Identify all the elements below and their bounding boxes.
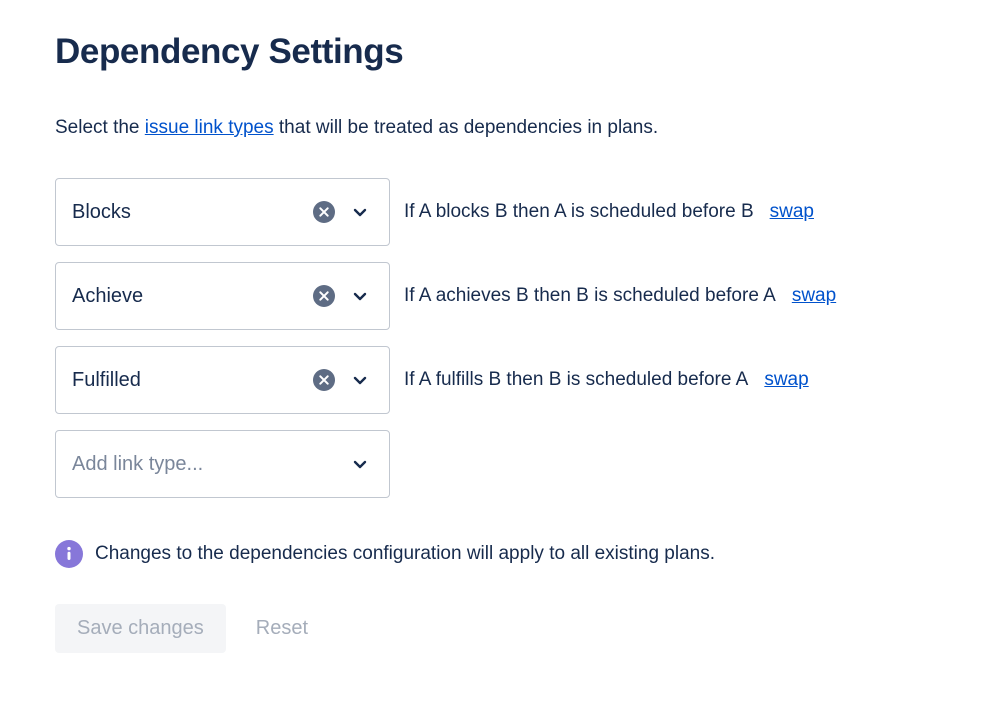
intro-text: Select the issue link types that will be… bbox=[55, 76, 998, 142]
table-row: Fulfilled If A fulfills B then B is sche… bbox=[55, 346, 998, 414]
info-icon bbox=[55, 540, 83, 568]
clear-circle-icon[interactable] bbox=[313, 201, 335, 223]
link-type-select-fulfilled[interactable]: Fulfilled bbox=[55, 346, 390, 414]
add-link-type-row: Add link type... bbox=[55, 430, 998, 498]
intro-prefix: Select the bbox=[55, 117, 145, 138]
swap-link[interactable]: swap bbox=[764, 369, 808, 391]
issue-link-types-link[interactable]: issue link types bbox=[145, 117, 274, 138]
save-changes-button[interactable]: Save changes bbox=[55, 604, 226, 653]
table-row: Achieve If A achieves B then B is schedu… bbox=[55, 262, 998, 330]
rule-description: If A blocks B then A is scheduled before… bbox=[404, 201, 754, 222]
link-type-select-achieve[interactable]: Achieve bbox=[55, 262, 390, 330]
link-type-select-value: Achieve bbox=[72, 284, 144, 307]
link-type-select-value: Blocks bbox=[72, 200, 131, 223]
page-title: Dependency Settings bbox=[55, 32, 404, 71]
rule-description: If A achieves B then B is scheduled befo… bbox=[404, 285, 776, 306]
add-link-type-select[interactable]: Add link type... bbox=[55, 430, 390, 498]
table-row: Blocks If A blocks B then A is scheduled… bbox=[55, 178, 998, 246]
swap-link[interactable]: swap bbox=[770, 201, 814, 223]
info-note: Changes to the dependencies configuratio… bbox=[55, 540, 998, 568]
clear-circle-icon[interactable] bbox=[313, 285, 335, 307]
link-type-rows: Blocks If A blocks B then A is scheduled… bbox=[55, 178, 998, 498]
dependency-settings-page: Dependency Settings Select the issue lin… bbox=[0, 0, 998, 722]
reset-button[interactable]: Reset bbox=[234, 604, 330, 653]
swap-link[interactable]: swap bbox=[792, 285, 836, 307]
chevron-down-icon[interactable] bbox=[349, 201, 371, 223]
chevron-down-icon[interactable] bbox=[349, 453, 371, 475]
link-type-select-value: Fulfilled bbox=[72, 368, 141, 391]
link-type-select-blocks[interactable]: Blocks bbox=[55, 178, 390, 246]
chevron-down-icon[interactable] bbox=[349, 285, 371, 307]
info-note-text: Changes to the dependencies configuratio… bbox=[95, 543, 716, 564]
add-link-type-placeholder: Add link type... bbox=[72, 452, 204, 475]
intro-suffix: that will be treated as dependencies in … bbox=[273, 117, 659, 138]
form-actions: Save changes Reset bbox=[55, 604, 998, 653]
clear-circle-icon[interactable] bbox=[313, 369, 335, 391]
rule-description: If A fulfills B then B is scheduled befo… bbox=[404, 369, 749, 390]
chevron-down-icon[interactable] bbox=[349, 369, 371, 391]
